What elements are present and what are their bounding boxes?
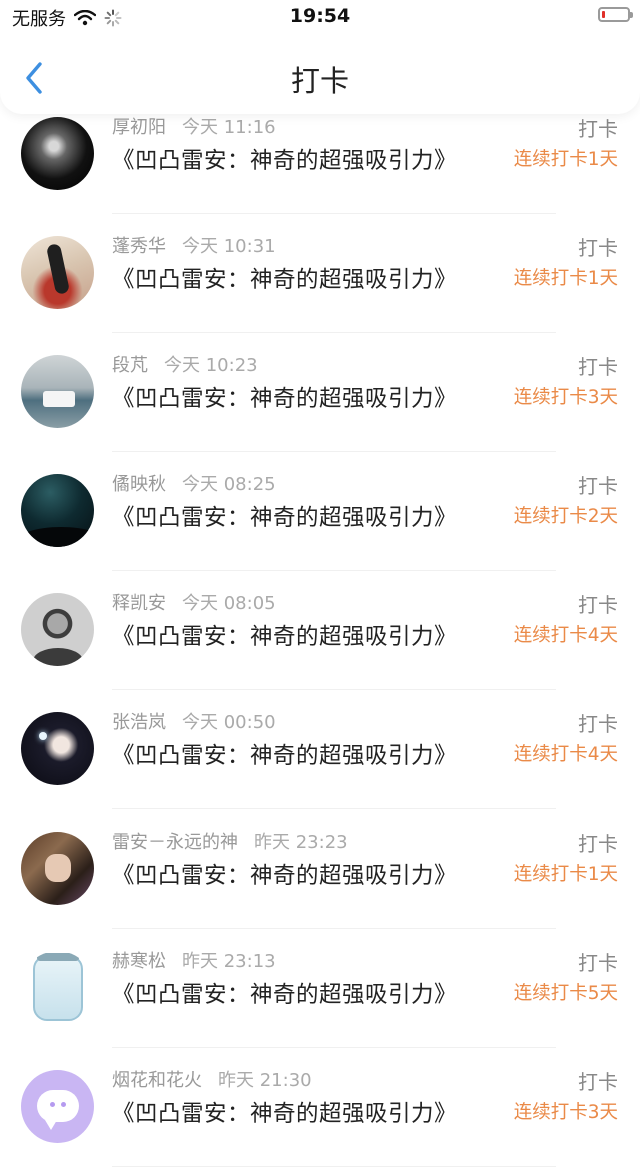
book-title[interactable]: 《凹凸雷安：神奇的超强吸引力》	[112, 1096, 457, 1128]
checkin-time: 今天 08:05	[182, 593, 276, 614]
avatar[interactable]	[21, 593, 94, 666]
avatar[interactable]	[21, 712, 94, 785]
avatar[interactable]	[21, 355, 94, 428]
checkin-time: 昨天 21:30	[218, 1070, 312, 1091]
checkin-label: 打卡	[578, 951, 618, 975]
book-title[interactable]: 《凹凸雷安：神奇的超强吸引力》	[112, 619, 457, 651]
avatar[interactable]	[21, 951, 94, 1024]
checkin-time: 昨天 23:23	[254, 832, 348, 853]
streak-label: 连续打卡1天	[513, 149, 618, 170]
streak-label: 连续打卡1天	[513, 864, 618, 885]
streak-label: 连续打卡4天	[513, 744, 618, 765]
list-item[interactable]: 张浩岚 今天 00:50 《凹凸雷安：神奇的超强吸引力》 打卡 连续打卡4天	[0, 690, 640, 809]
streak-label: 连续打卡1天	[513, 268, 618, 289]
avatar[interactable]	[21, 117, 94, 190]
checkin-time: 今天 10:23	[164, 355, 258, 376]
checkin-label: 打卡	[578, 712, 618, 736]
avatar[interactable]	[21, 1070, 94, 1143]
user-name[interactable]: 烟花和花火	[112, 1070, 202, 1091]
battery-low-icon	[598, 7, 633, 22]
checkin-label: 打卡	[578, 1070, 618, 1094]
list-item[interactable]: 雷安－永远的神 昨天 23:23 《凹凸雷安：神奇的超强吸引力》 打卡 连续打卡1…	[0, 810, 640, 929]
checkin-label: 打卡	[578, 593, 618, 617]
user-name[interactable]: 僪映秋	[112, 474, 166, 495]
streak-label: 连续打卡4天	[513, 625, 618, 646]
user-name[interactable]: 张浩岚	[112, 712, 166, 733]
streak-label: 连续打卡2天	[513, 506, 618, 527]
list-item[interactable]: 蓬秀华 今天 10:31 《凹凸雷安：神奇的超强吸引力》 打卡 连续打卡1天	[0, 214, 640, 333]
book-title[interactable]: 《凹凸雷安：神奇的超强吸引力》	[112, 738, 457, 770]
clock: 19:54	[289, 5, 351, 27]
list-item[interactable]: 烟花和花火 昨天 21:30 《凹凸雷安：神奇的超强吸引力》 打卡 连续打卡3天	[0, 1048, 640, 1167]
user-name[interactable]: 释凯安	[112, 593, 166, 614]
streak-label: 连续打卡3天	[513, 1102, 618, 1123]
book-title[interactable]: 《凹凸雷安：神奇的超强吸引力》	[112, 262, 457, 294]
user-name[interactable]: 雷安－永远的神	[112, 832, 238, 853]
avatar[interactable]	[21, 236, 94, 309]
checkin-time: 今天 11:16	[182, 117, 276, 138]
book-title[interactable]: 《凹凸雷安：神奇的超强吸引力》	[112, 977, 457, 1009]
streak-label: 连续打卡5天	[513, 983, 618, 1004]
book-title[interactable]: 《凹凸雷安：神奇的超强吸引力》	[112, 143, 457, 175]
list-item[interactable]: 僪映秋 今天 08:25 《凹凸雷安：神奇的超强吸引力》 打卡 连续打卡2天	[0, 452, 640, 571]
list-item[interactable]: 段芃 今天 10:23 《凹凸雷安：神奇的超强吸引力》 打卡 连续打卡3天	[0, 333, 640, 452]
user-name[interactable]: 段芃	[112, 355, 148, 376]
checkin-label: 打卡	[578, 236, 618, 260]
checkin-label: 打卡	[578, 117, 618, 141]
avatar[interactable]	[21, 474, 94, 547]
book-title[interactable]: 《凹凸雷安：神奇的超强吸引力》	[112, 381, 457, 413]
list-item[interactable]: 释凯安 今天 08:05 《凹凸雷安：神奇的超强吸引力》 打卡 连续打卡4天	[0, 571, 640, 690]
status-bar: 无服务 19:54	[0, 0, 640, 34]
checkin-time: 今天 08:25	[182, 474, 276, 495]
user-name[interactable]: 厚初阳	[112, 117, 166, 138]
checkin-time: 今天 10:31	[182, 236, 276, 257]
checkin-time: 今天 00:50	[182, 712, 276, 733]
list-item[interactable]: 赫寒松 昨天 23:13 《凹凸雷安：神奇的超强吸引力》 打卡 连续打卡5天	[0, 929, 640, 1048]
avatar[interactable]	[21, 832, 94, 905]
page-title: 打卡	[290, 64, 349, 98]
user-name[interactable]: 蓬秀华	[112, 236, 166, 257]
checkin-time: 昨天 23:13	[182, 951, 276, 972]
streak-label: 连续打卡3天	[513, 387, 618, 408]
checkin-label: 打卡	[578, 474, 618, 498]
user-name[interactable]: 赫寒松	[112, 951, 166, 972]
nav-bar: 打卡	[0, 34, 640, 114]
book-title[interactable]: 《凹凸雷安：神奇的超强吸引力》	[112, 858, 457, 890]
book-title[interactable]: 《凹凸雷安：神奇的超强吸引力》	[112, 500, 457, 532]
checkin-label: 打卡	[578, 832, 618, 856]
checkin-label: 打卡	[578, 355, 618, 379]
